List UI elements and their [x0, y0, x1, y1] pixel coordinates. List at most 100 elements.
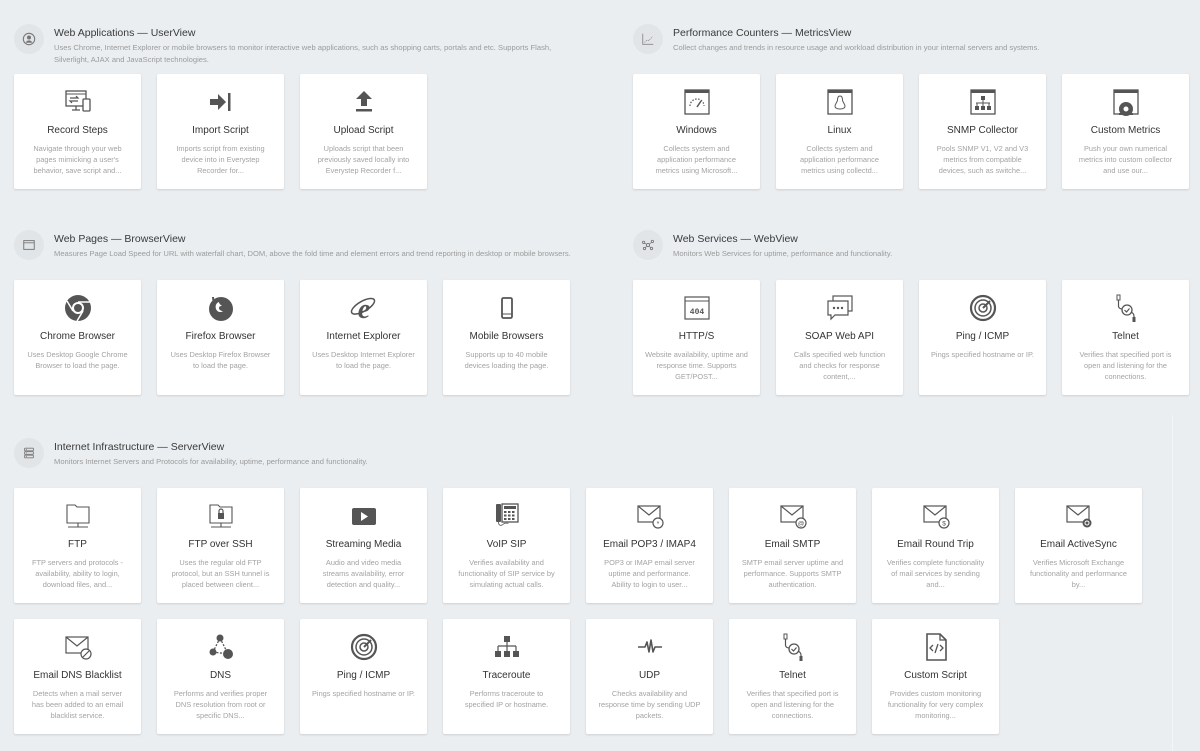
- card-udp[interactable]: UDP Checks availability and response tim…: [586, 619, 713, 734]
- card-record-steps[interactable]: Record Steps Navigate through your web p…: [14, 74, 141, 189]
- card-telnet-2[interactable]: Telnet Verifies that specified port is o…: [729, 619, 856, 734]
- section-description: Monitors Web Services for uptime, perfor…: [673, 249, 893, 258]
- section-description: Measures Page Load Speed for URL with wa…: [54, 249, 571, 258]
- card-name: Custom Script: [904, 670, 967, 681]
- card-name: Upload Script: [333, 125, 394, 136]
- card-name: FTP over SSH: [188, 539, 253, 550]
- radar-icon: [300, 632, 427, 662]
- card-ping-icmp[interactable]: Ping / ICMP Pings specified hostname or …: [919, 280, 1046, 395]
- card-name: Email SMTP: [764, 539, 821, 550]
- scroll-divider: [1172, 415, 1173, 751]
- card-name: Mobile Browsers: [469, 331, 544, 342]
- section-description: Collect changes and trends in resource u…: [673, 43, 1040, 52]
- card-chrome-browser[interactable]: Chrome Browser Uses Desktop Google Chrom…: [14, 280, 141, 395]
- card-snmp-collector[interactable]: SNMP Collector Pools SNMP V1, V2 and V3 …: [919, 74, 1046, 189]
- ftp-folder-icon: [14, 501, 141, 531]
- card-description: Uploads script that been previously save…: [317, 144, 410, 175]
- server-icon: [14, 438, 44, 468]
- card-description: Collects system and application performa…: [800, 144, 879, 175]
- card-name: Record Steps: [47, 125, 108, 136]
- card-email-activesync[interactable]: Email ActiveSync Verifies Microsoft Exch…: [1015, 488, 1142, 603]
- record-steps-icon: [14, 87, 141, 117]
- section-title: Web Applications — UserView: [54, 27, 196, 39]
- card-name: SOAP Web API: [804, 331, 875, 342]
- card-email-pop3-imap4[interactable]: * Email POP3 / IMAP4 POP3 or IMAP email …: [586, 488, 713, 603]
- dns-nodes-icon: [157, 632, 284, 662]
- section-title: Performance Counters — MetricsView: [673, 27, 852, 39]
- traceroute-icon: [443, 632, 570, 662]
- card-description: Calls specified web function and checks …: [793, 350, 886, 381]
- mobile-phone-icon: [443, 293, 570, 323]
- card-description: Pings specified hostname or IP.: [312, 689, 415, 698]
- linux-icon: [776, 87, 903, 117]
- card-email-round-trip[interactable]: $ Email Round Trip Verifies complete fun…: [872, 488, 999, 603]
- chart-icon: [633, 24, 663, 54]
- card-dns[interactable]: DNS Performs and verifies proper DNS res…: [157, 619, 284, 734]
- code-file-icon: [872, 632, 999, 662]
- card-description: Performs and verifies proper DNS resolut…: [173, 689, 268, 720]
- network-nodes-icon: [633, 230, 663, 260]
- card-email-dns-blacklist[interactable]: Email DNS Blacklist Detects when a mail …: [14, 619, 141, 734]
- card-name: Email POP3 / IMAP4: [603, 539, 696, 550]
- card-ping-icmp-2[interactable]: Ping / ICMP Pings specified hostname or …: [300, 619, 427, 734]
- email-at-icon: @: [729, 501, 856, 531]
- card-name: Email DNS Blacklist: [33, 670, 122, 681]
- card-linux[interactable]: Linux Collects system and application pe…: [776, 74, 903, 189]
- email-blocked-icon: [14, 632, 141, 662]
- card-streaming-media[interactable]: Streaming Media Audio and video media st…: [300, 488, 427, 603]
- card-description: Audio and video media streams availabili…: [322, 558, 405, 589]
- card-email-smtp[interactable]: @ Email SMTP SMTP email server uptime an…: [729, 488, 856, 603]
- card-mobile-browsers[interactable]: Mobile Browsers Supports up to 40 mobile…: [443, 280, 570, 395]
- card-http-s[interactable]: 404 HTTP/S Website availability, uptime …: [633, 280, 760, 395]
- card-description: Verifies that specified port is open and…: [1079, 350, 1172, 381]
- card-internet-explorer[interactable]: e Internet Explorer Uses Desktop Interne…: [300, 280, 427, 395]
- card-name: Ping / ICMP: [955, 331, 1010, 342]
- card-upload-script[interactable]: Upload Script Uploads script that been p…: [300, 74, 427, 189]
- card-description: Pools SNMP V1, V2 and V3 metrics from co…: [936, 144, 1029, 175]
- card-description: Imports script from existing device into…: [176, 144, 265, 175]
- card-import-script[interactable]: Import Script Imports script from existi…: [157, 74, 284, 189]
- card-custom-metrics[interactable]: Custom Metrics Push your own numerical m…: [1062, 74, 1189, 189]
- user-icon: [14, 24, 44, 54]
- card-name: FTP: [68, 539, 87, 550]
- card-name: Email Round Trip: [897, 539, 974, 550]
- card-description: Uses Desktop Google Chrome Browser to lo…: [27, 350, 128, 370]
- card-ftp[interactable]: FTP FTP servers and protocols - availabi…: [14, 488, 141, 603]
- telnet-cable-icon: [1062, 293, 1189, 323]
- card-soap-web-api[interactable]: SOAP Web API Calls specified web functio…: [776, 280, 903, 395]
- chrome-icon: [14, 293, 141, 323]
- card-description: Uses Desktop Firefox Browser to load the…: [170, 350, 271, 370]
- snmp-collector-icon: [919, 87, 1046, 117]
- card-name: Ping / ICMP: [336, 670, 391, 681]
- card-name: DNS: [209, 670, 232, 681]
- section-title: Web Services — WebView: [673, 233, 798, 245]
- card-name: Telnet: [1112, 331, 1139, 342]
- card-name: HTTP/S: [678, 331, 715, 342]
- card-description: Supports up to 40 mobile devices loading…: [464, 350, 549, 370]
- card-name: Windows: [676, 125, 717, 136]
- card-description: Push your own numerical metrics into cus…: [1078, 144, 1173, 175]
- card-telnet[interactable]: Telnet Verifies that specified port is o…: [1062, 280, 1189, 395]
- card-custom-script[interactable]: Custom Script Provides custom monitoring…: [872, 619, 999, 734]
- card-description: Verifies Microsoft Exchange functionalit…: [1030, 558, 1127, 589]
- card-description: Verifies availability and functionality …: [458, 558, 555, 589]
- email-dollar-icon: $: [872, 501, 999, 531]
- card-name: Streaming Media: [325, 539, 402, 550]
- card-description: FTP servers and protocols - availability…: [31, 558, 124, 589]
- card-windows[interactable]: Windows Collects system and application …: [633, 74, 760, 189]
- card-voip-sip[interactable]: VoIP SIP Verifies availability and funct…: [443, 488, 570, 603]
- email-sync-icon: [1015, 501, 1142, 531]
- card-description: Verifies that specified port is open and…: [746, 689, 839, 720]
- card-description: Website availability, uptime and respons…: [645, 350, 748, 381]
- firefox-icon: [157, 293, 284, 323]
- custom-metrics-icon: [1062, 87, 1189, 117]
- ftp-lock-folder-icon: [157, 501, 284, 531]
- card-firefox-browser[interactable]: Firefox Browser Uses Desktop Firefox Bro…: [157, 280, 284, 395]
- import-script-icon: [157, 87, 284, 117]
- card-name: Firefox Browser: [185, 331, 256, 342]
- card-description: Provides custom monitoring functionality…: [887, 689, 984, 720]
- section-description: Monitors Internet Servers and Protocols …: [54, 457, 368, 466]
- card-ftp-over-ssh[interactable]: FTP over SSH Uses the regular old FTP pr…: [157, 488, 284, 603]
- desk-phone-icon: [443, 501, 570, 531]
- card-traceroute[interactable]: Traceroute Performs traceroute to specif…: [443, 619, 570, 734]
